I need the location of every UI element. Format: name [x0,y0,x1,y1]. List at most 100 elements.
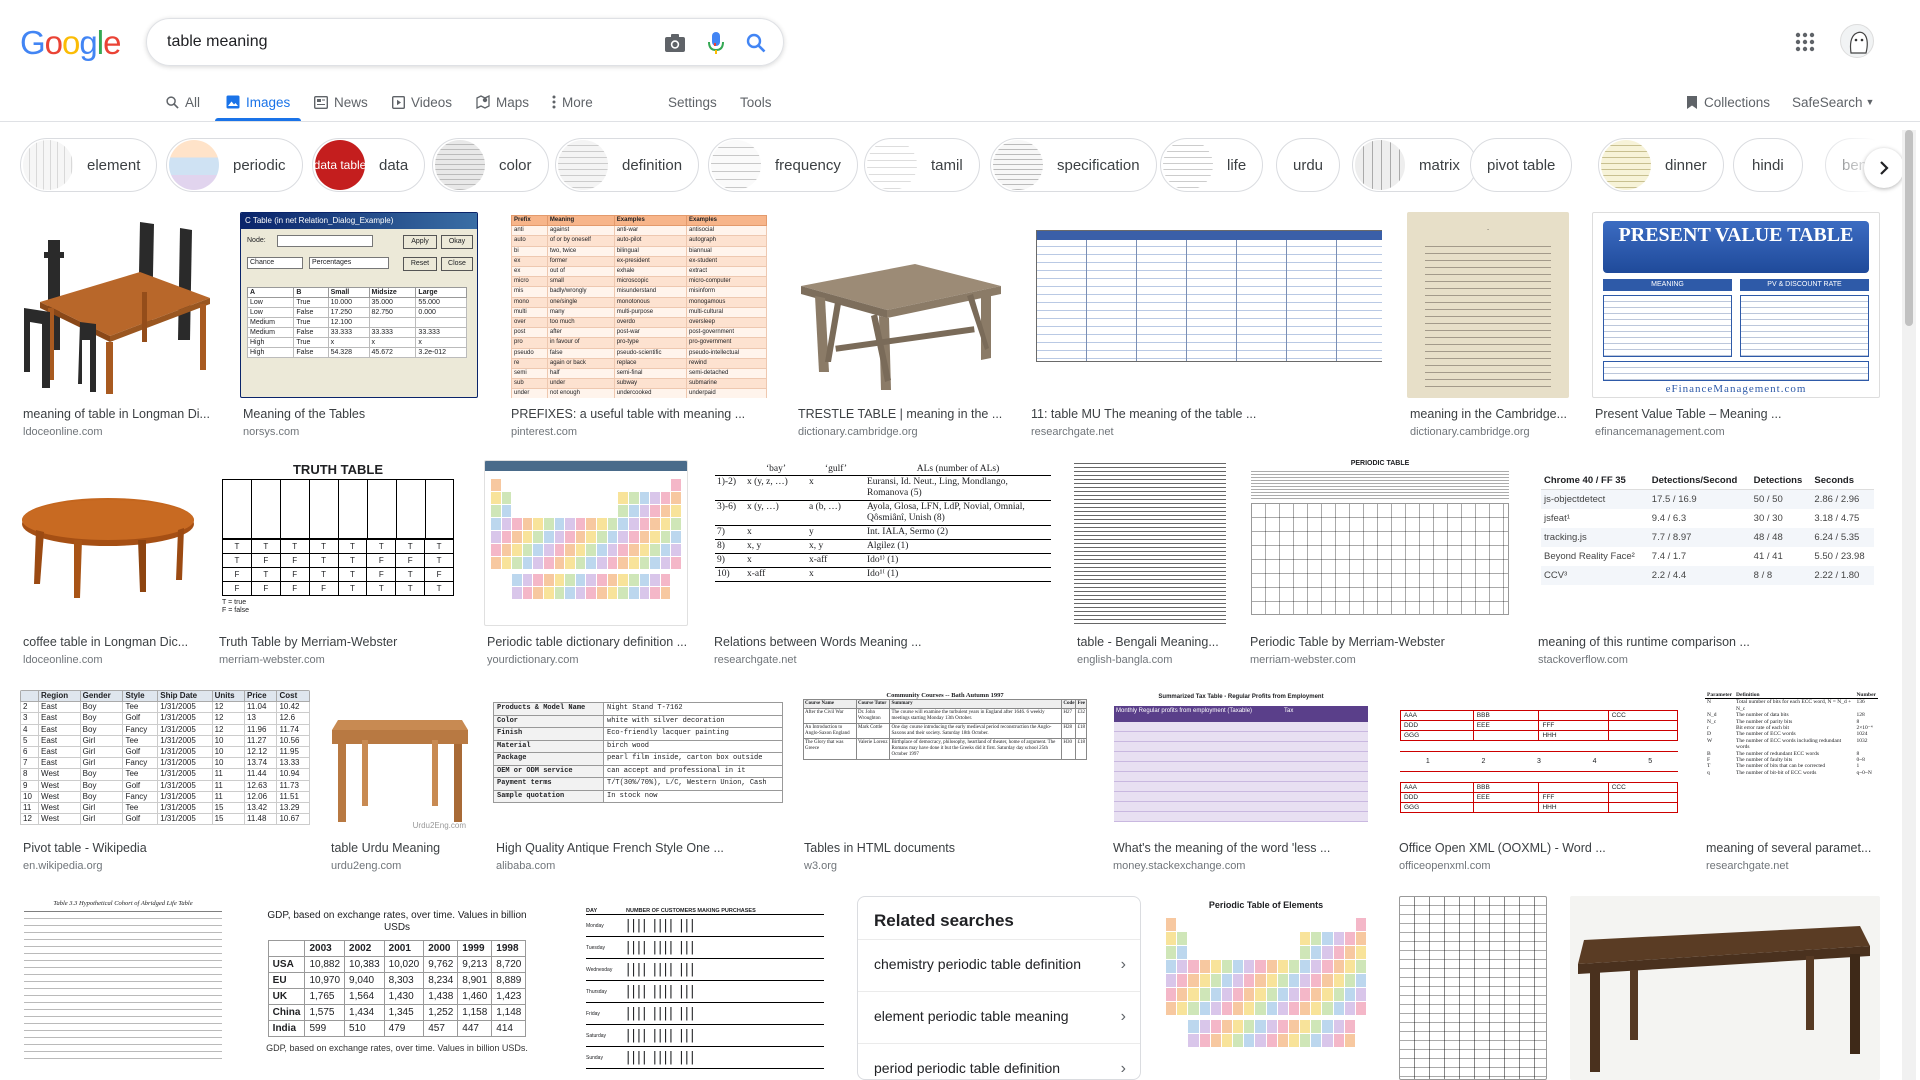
image-result[interactable]: TRESTLE TABLE | meaning in the ... dicti… [795,212,1007,438]
tab-images[interactable]: Images [226,91,290,113]
chip-tamil[interactable]: tamil [864,138,980,192]
search-icon[interactable] [744,31,768,55]
result-thumbnail[interactable] [20,460,196,626]
tab-maps[interactable]: Maps [476,91,529,113]
result-thumbnail[interactable] [484,460,688,626]
tab-news[interactable]: News [314,91,368,113]
result-thumbnail[interactable]: GDP, based on exchange rates, over time.… [246,896,548,1080]
result-title[interactable]: coffee table in Longman Dic... [23,635,196,649]
result-thumbnail[interactable] [20,212,216,398]
image-result[interactable]: Table 3.3 Hypothetical Cohort of Abridge… [20,896,226,1080]
result-thumbnail[interactable]: Summarized Tax Table - Regular Profits f… [1110,690,1372,832]
result-title[interactable]: Periodic table dictionary definition ... [487,635,688,649]
collections-button[interactable]: Collections [1686,91,1770,113]
image-result[interactable]: C Table (in net Relation_Dialog_Example)… [240,212,478,438]
image-result[interactable]: Urdu2Eng.com table Urdu Meaning urdu2eng… [328,690,472,872]
result-thumbnail[interactable] [795,212,1007,398]
result-thumbnail[interactable]: Parameter Definition Number N Total number … [1703,690,1880,832]
image-result[interactable]: DAY NUMBER OF CUSTOMERS MAKING PURCHASES… [570,896,840,1080]
related-search-item[interactable]: element periodic table meaning › [858,991,1140,1043]
chip-definition[interactable]: definition [555,138,700,192]
chip-hindi[interactable]: hindi [1733,138,1803,192]
result-title[interactable]: 11: table MU The meaning of the table ..… [1031,407,1382,421]
result-thumbnail[interactable] [1399,896,1547,1080]
result-title[interactable]: Truth Table by Merriam-Webster [219,635,460,649]
result-thumbnail[interactable]: Region Gender Style Ship Date Units Price Cost… [20,690,310,832]
image-result[interactable]: Products & Model Name Night Stand T-7162 C… [493,690,783,872]
image-result[interactable]: Periodic table dictionary definition ...… [484,460,688,666]
image-result[interactable]: AAA BBB CCC DDD EEE FFF GGG HHH 12345 AAA BBB CCC… [1396,690,1682,872]
image-result[interactable]: Prefix Meaning Examples Examples anti agains… [508,212,772,438]
image-result[interactable]: meaning of table in Longman Di... ldoceo… [20,212,216,438]
image-result[interactable]: PERIODIC TABLE Periodic Table by Merriam… [1247,460,1513,666]
image-result[interactable]: · meaning in the Cambridge... dictionary… [1407,212,1569,438]
result-title[interactable]: PREFIXES: a useful table with meaning ..… [511,407,772,421]
image-result[interactable]: Periodic Table of Elements [1162,896,1370,1080]
image-result[interactable]: coffee table in Longman Dic... ldoceonli… [20,460,196,666]
result-thumbnail[interactable]: Table 3.3 Hypothetical Cohort of Abridge… [20,896,226,1080]
scrollbar[interactable] [1902,130,1916,1080]
result-title[interactable]: Relations between Words Meaning ... [714,635,1055,649]
chip-periodic[interactable]: periodic [166,138,303,192]
chip-frequency[interactable]: frequency [708,138,858,192]
image-result[interactable]: Chrome 40 / FF 35 Detections/Second Detect… [1535,460,1880,666]
chip-matrix[interactable]: matrix [1352,138,1477,192]
image-result[interactable]: Parameter Definition Number N Total number … [1703,690,1880,872]
result-title[interactable]: Pivot table - Wikipedia [23,841,310,855]
image-result[interactable]: Summarized Tax Table - Regular Profits f… [1110,690,1372,872]
result-thumbnail[interactable] [1074,460,1226,626]
image-result[interactable]: PRESENT VALUE TABLE MEANING PV & DISCOUN… [1592,212,1880,438]
result-thumbnail[interactable]: Community Courses -- Bath Autumn 1997 Co… [801,690,1089,832]
result-title[interactable]: Tables in HTML documents [804,841,1089,855]
scrollbar-thumb[interactable] [1905,130,1913,326]
tab-tools[interactable]: Tools [740,91,772,113]
result-thumbnail[interactable]: Urdu2Eng.com [328,690,472,832]
result-title[interactable]: table Urdu Meaning [331,841,472,855]
result-thumbnail[interactable]: AAA BBB CCC DDD EEE FFF GGG HHH 12345 AAA BBB CCC… [1396,690,1682,832]
result-thumbnail[interactable]: Products & Model Name Night Stand T-7162 C… [493,690,783,832]
image-result[interactable] [1570,896,1880,1080]
result-title[interactable]: table - Bengali Meaning... [1077,635,1226,649]
tab-videos[interactable]: Videos [392,91,452,113]
google-logo[interactable]: Google [20,24,121,62]
result-title[interactable]: meaning of this runtime comparison ... [1538,635,1880,649]
search-box[interactable]: table meaning [146,18,784,66]
result-thumbnail[interactable] [1570,896,1880,1080]
result-title[interactable]: Present Value Table – Meaning ... [1595,407,1880,421]
result-title[interactable]: TRESTLE TABLE | meaning in the ... [798,407,1007,421]
result-title[interactable]: What's the meaning of the word 'less ... [1113,841,1372,855]
image-result[interactable]: ‘bay’ ‘gulf’ ALs (number of ALs) 1)-2) x … [711,460,1055,666]
result-thumbnail[interactable]: Chrome 40 / FF 35 Detections/Second Detect… [1535,460,1880,626]
tab-all[interactable]: All [166,91,200,113]
image-result[interactable]: Region Gender Style Ship Date Units Price Cost… [20,690,310,872]
chip-data[interactable]: data table data [312,138,426,192]
result-thumbnail[interactable]: C Table (in net Relation_Dialog_Example)… [240,212,478,398]
result-thumbnail[interactable]: Prefix Meaning Examples Examples anti agains… [508,212,772,398]
chip-life[interactable]: life [1160,138,1264,192]
avatar[interactable] [1840,24,1874,58]
chip-element[interactable]: element [20,138,158,192]
tab-settings[interactable]: Settings [668,91,717,113]
apps-icon[interactable] [1795,32,1815,57]
image-result[interactable] [1399,896,1547,1080]
chip-urdu[interactable]: urdu [1276,138,1341,192]
result-title[interactable]: meaning of several paramet... [1706,841,1880,855]
image-result[interactable]: 11: table MU The meaning of the table ..… [1028,212,1382,438]
result-thumbnail[interactable]: ‘bay’ ‘gulf’ ALs (number of ALs) 1)-2) x … [711,460,1055,626]
image-result[interactable]: GDP, based on exchange rates, over time.… [246,896,548,1080]
result-thumbnail[interactable]: · [1407,212,1569,398]
result-title[interactable]: meaning of table in Longman Di... [23,407,216,421]
chip-pivot-table[interactable]: pivot table [1470,138,1573,192]
chip-color[interactable]: color [432,138,549,192]
tab-more[interactable]: More [552,91,593,113]
result-thumbnail[interactable]: DAY NUMBER OF CUSTOMERS MAKING PURCHASES… [570,896,840,1080]
result-title[interactable]: High Quality Antique French Style One ..… [496,841,783,855]
result-thumbnail[interactable]: TRUTH TABLE TTTTTTTTTFFTTFFTFTFTTFTFFFFF… [216,460,460,626]
result-thumbnail[interactable]: PRESENT VALUE TABLE MEANING PV & DISCOUN… [1592,212,1880,398]
microphone-icon[interactable] [704,31,728,55]
result-title[interactable]: Meaning of the Tables [243,407,478,421]
chip-specification[interactable]: specification [990,138,1157,192]
related-search-item[interactable]: chemistry periodic table definition › [858,939,1140,991]
chevron-right-icon[interactable] [1864,148,1904,188]
search-input[interactable]: table meaning [167,33,268,51]
